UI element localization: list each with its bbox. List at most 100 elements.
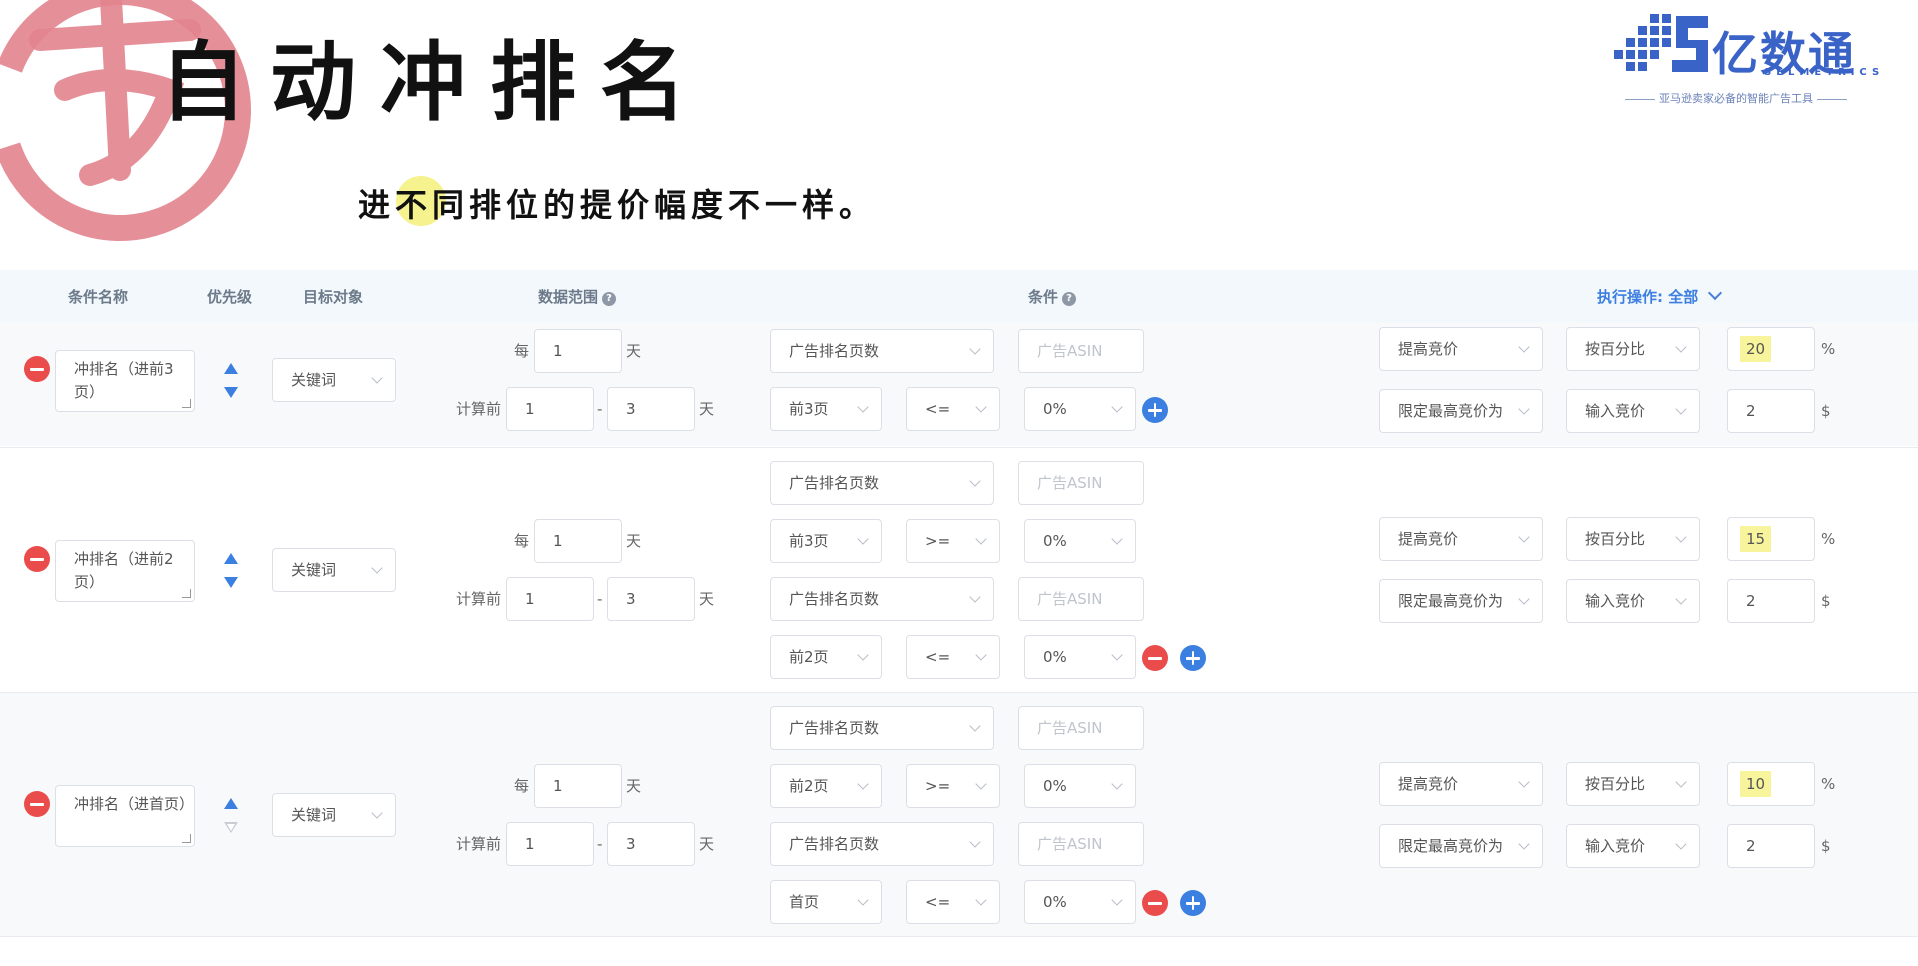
every-days-input[interactable]: 1 bbox=[534, 519, 622, 563]
asin-input[interactable]: 广告ASIN bbox=[1018, 706, 1144, 750]
calc-separator: - bbox=[597, 835, 603, 853]
header-priority: 优先级 bbox=[207, 288, 253, 306]
every-unit: 天 bbox=[626, 532, 642, 550]
operator-select[interactable]: >= bbox=[906, 519, 1000, 563]
header-condition-name: 条件名称 bbox=[68, 288, 129, 306]
calc-to-input[interactable]: 3 bbox=[607, 822, 695, 866]
page-select[interactable]: 前2页 bbox=[770, 635, 882, 679]
add-condition-button[interactable] bbox=[1180, 645, 1206, 671]
calc-label: 计算前 bbox=[456, 835, 502, 853]
limit-value-input[interactable]: 2 bbox=[1727, 579, 1815, 623]
calc-unit: 天 bbox=[699, 400, 715, 418]
limit-value-input[interactable]: 2 bbox=[1727, 389, 1815, 433]
action-select[interactable]: 提高竞价 bbox=[1379, 762, 1543, 806]
metric-select[interactable]: 广告排名页数 bbox=[770, 461, 994, 505]
page-subtitle: 进不同排位的提价幅度不一样。 bbox=[358, 186, 877, 224]
action-unit: % bbox=[1821, 775, 1836, 793]
page-select[interactable]: 前3页 bbox=[770, 387, 882, 431]
logo-name-en: SELMETRICS bbox=[1764, 67, 1885, 78]
limit-mode-select[interactable]: 输入竞价 bbox=[1566, 579, 1700, 623]
header-data-range: 数据范围? bbox=[538, 286, 617, 307]
help-icon[interactable]: ? bbox=[1062, 292, 1077, 306]
chevron-down-icon bbox=[1708, 285, 1723, 301]
metric-select[interactable]: 广告排名页数 bbox=[770, 706, 994, 750]
every-label: 每 bbox=[514, 777, 530, 795]
limit-unit: $ bbox=[1821, 837, 1831, 855]
target-select[interactable]: 关键词 bbox=[272, 358, 396, 402]
add-condition-button[interactable] bbox=[1180, 890, 1206, 916]
page-title: 自动冲排名 bbox=[160, 32, 710, 133]
action-mode-select[interactable]: 按百分比 bbox=[1566, 517, 1700, 561]
percent-select[interactable]: 0% bbox=[1024, 635, 1136, 679]
every-unit: 天 bbox=[626, 777, 642, 795]
priority-up-icon[interactable] bbox=[224, 798, 238, 809]
page-select[interactable]: 首页 bbox=[770, 880, 882, 924]
rule-name-input[interactable]: 冲排名（进前2页） bbox=[55, 540, 195, 602]
asin-input[interactable]: 广告ASIN bbox=[1018, 329, 1144, 373]
percent-select[interactable]: 0% bbox=[1024, 519, 1136, 563]
calc-from-input[interactable]: 1 bbox=[506, 822, 594, 866]
header-target: 目标对象 bbox=[303, 288, 364, 306]
rule-name-input[interactable]: 冲排名（进前3页） bbox=[55, 350, 195, 412]
remove-rule-button[interactable] bbox=[24, 356, 50, 382]
remove-rule-button[interactable] bbox=[24, 546, 50, 572]
operator-select[interactable]: <= bbox=[906, 387, 1000, 431]
priority-up-icon[interactable] bbox=[224, 553, 238, 564]
percent-select[interactable]: 0% bbox=[1024, 387, 1136, 431]
remove-condition-button[interactable] bbox=[1142, 645, 1168, 671]
action-value-input[interactable]: 10 bbox=[1727, 762, 1815, 806]
action-unit: % bbox=[1821, 340, 1836, 358]
action-mode-select[interactable]: 按百分比 bbox=[1566, 327, 1700, 371]
help-icon[interactable]: ? bbox=[602, 292, 617, 306]
percent-select[interactable]: 0% bbox=[1024, 764, 1136, 808]
logo-slogan: 亚马逊卖家必备的智能广告工具 bbox=[1612, 90, 1860, 106]
page-select[interactable]: 前3页 bbox=[770, 519, 882, 563]
asin-input[interactable]: 广告ASIN bbox=[1018, 577, 1144, 621]
every-days-input[interactable]: 1 bbox=[534, 329, 622, 373]
metric-select[interactable]: 广告排名页数 bbox=[770, 822, 994, 866]
limit-unit: $ bbox=[1821, 402, 1831, 420]
every-label: 每 bbox=[514, 342, 530, 360]
every-label: 每 bbox=[514, 532, 530, 550]
calc-from-input[interactable]: 1 bbox=[506, 387, 594, 431]
target-select[interactable]: 关键词 bbox=[272, 793, 396, 837]
calc-from-input[interactable]: 1 bbox=[506, 577, 594, 621]
action-select[interactable]: 提高竞价 bbox=[1379, 517, 1543, 561]
metric-select[interactable]: 广告排名页数 bbox=[770, 329, 994, 373]
operator-select[interactable]: <= bbox=[906, 880, 1000, 924]
remove-condition-button[interactable] bbox=[1142, 890, 1168, 916]
calc-separator: - bbox=[597, 590, 603, 608]
asin-input[interactable]: 广告ASIN bbox=[1018, 461, 1144, 505]
target-select[interactable]: 关键词 bbox=[272, 548, 396, 592]
calc-to-input[interactable]: 3 bbox=[607, 387, 695, 431]
action-value-input[interactable]: 20 bbox=[1727, 327, 1815, 371]
action-select[interactable]: 提高竞价 bbox=[1379, 327, 1543, 371]
add-condition-button[interactable] bbox=[1142, 397, 1168, 423]
limit-value-input[interactable]: 2 bbox=[1727, 824, 1815, 868]
operator-select[interactable]: <= bbox=[906, 635, 1000, 679]
calc-to-input[interactable]: 3 bbox=[607, 577, 695, 621]
limit-select[interactable]: 限定最高竞价为 bbox=[1379, 389, 1543, 433]
page-select[interactable]: 前2页 bbox=[770, 764, 882, 808]
calc-separator: - bbox=[597, 400, 603, 418]
rule-name-input[interactable]: 冲排名（进首页） bbox=[55, 785, 195, 847]
calc-label: 计算前 bbox=[456, 400, 502, 418]
remove-rule-button[interactable] bbox=[24, 791, 50, 817]
limit-select[interactable]: 限定最高竞价为 bbox=[1379, 824, 1543, 868]
limit-mode-select[interactable]: 输入竞价 bbox=[1566, 389, 1700, 433]
metric-select[interactable]: 广告排名页数 bbox=[770, 577, 994, 621]
every-days-input[interactable]: 1 bbox=[534, 764, 622, 808]
calc-unit: 天 bbox=[699, 835, 715, 853]
priority-down-icon[interactable] bbox=[224, 387, 238, 398]
priority-up-icon[interactable] bbox=[224, 363, 238, 374]
asin-input[interactable]: 广告ASIN bbox=[1018, 822, 1144, 866]
operator-select[interactable]: >= bbox=[906, 764, 1000, 808]
action-value-input[interactable]: 15 bbox=[1727, 517, 1815, 561]
priority-down-icon[interactable] bbox=[224, 577, 238, 588]
percent-select[interactable]: 0% bbox=[1024, 880, 1136, 924]
action-filter[interactable]: 执行操作: 全部 bbox=[1597, 285, 1723, 307]
limit-select[interactable]: 限定最高竞价为 bbox=[1379, 579, 1543, 623]
action-mode-select[interactable]: 按百分比 bbox=[1566, 762, 1700, 806]
limit-mode-select[interactable]: 输入竞价 bbox=[1566, 824, 1700, 868]
calc-label: 计算前 bbox=[456, 590, 502, 608]
